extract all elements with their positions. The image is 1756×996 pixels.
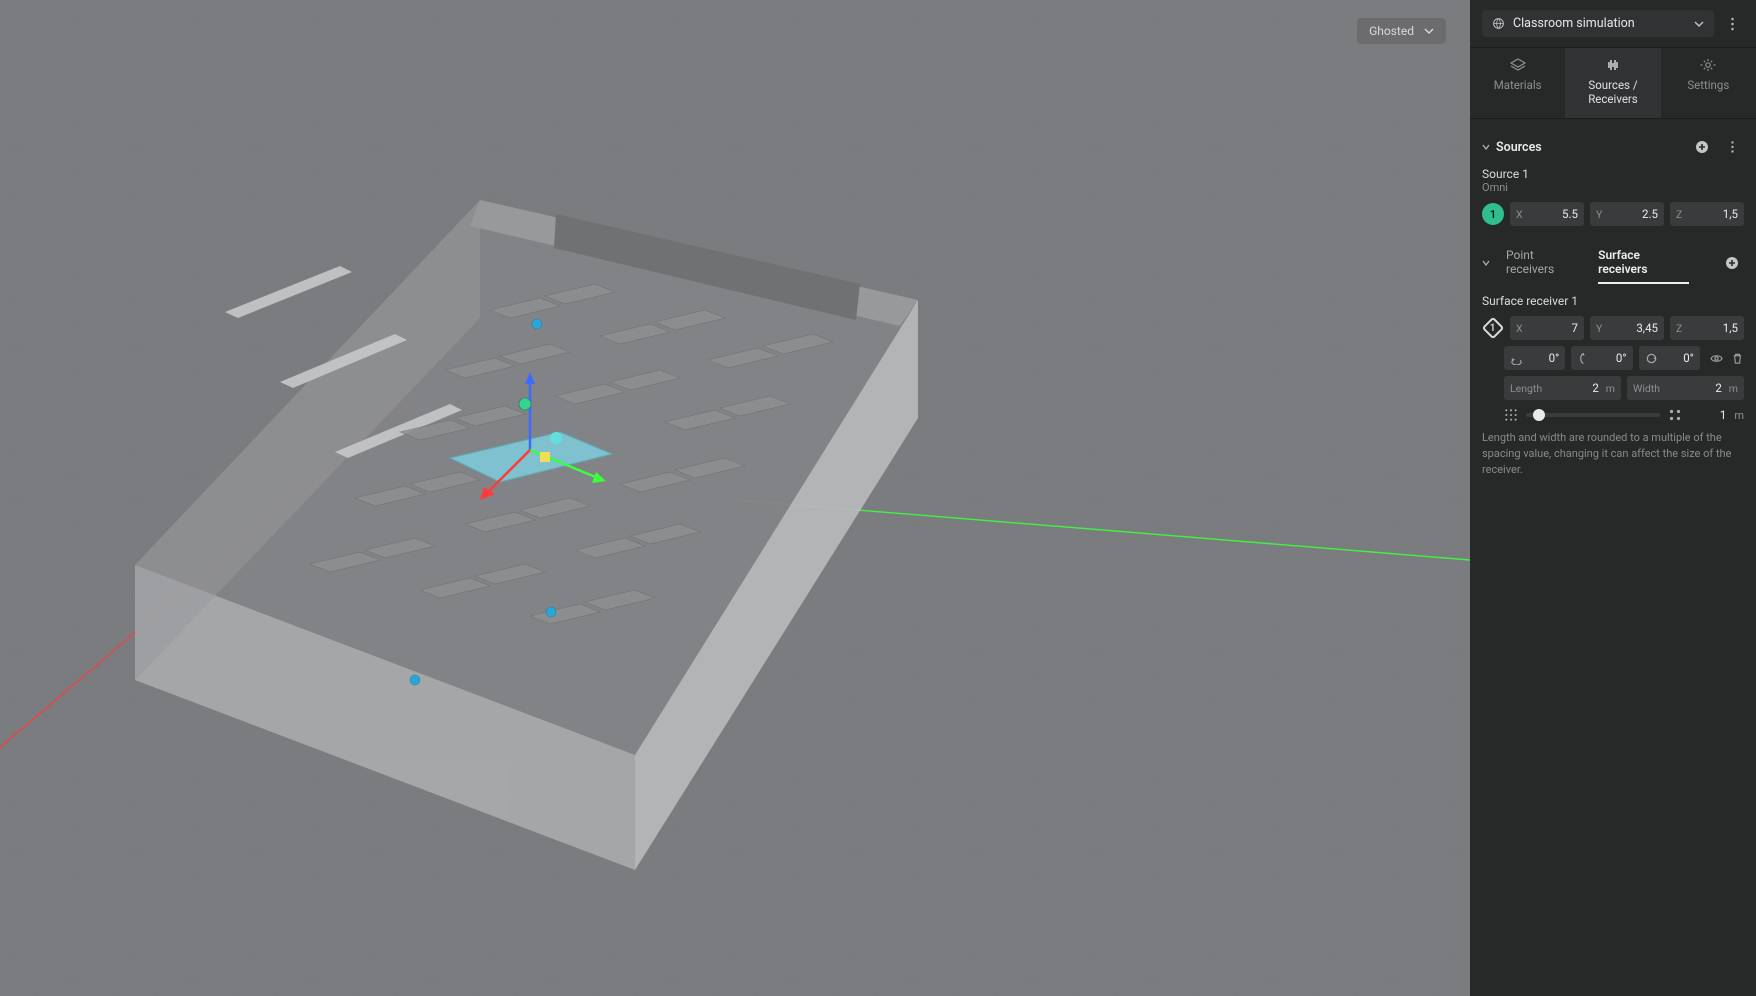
visibility-toggle[interactable] xyxy=(1710,352,1723,365)
panel-body: Sources Source 1 Omni 1 X 5.5 Y 2.5 xyxy=(1470,119,1756,996)
plus-circle-icon xyxy=(1725,256,1739,270)
source-z-field[interactable]: Z 1,5 xyxy=(1670,202,1744,226)
spacing-slider-row: 1 m xyxy=(1482,408,1744,422)
display-mode-label: Ghosted xyxy=(1369,24,1414,38)
add-receiver-button[interactable] xyxy=(1721,251,1744,275)
grid-fine-icon xyxy=(1504,408,1518,422)
kebab-icon xyxy=(1731,17,1734,31)
receiver-subtabs: Point receivers Surface receivers xyxy=(1482,242,1744,284)
receiver-rot-y-field[interactable]: 0° xyxy=(1571,346,1632,370)
chevron-down-icon xyxy=(1424,26,1434,36)
tab-sources-receivers[interactable]: Sources / Receivers xyxy=(1565,48,1660,118)
rotate-z-icon xyxy=(1645,352,1658,365)
receiver-z-field[interactable]: Z 1,5 xyxy=(1670,316,1744,340)
source-x-field[interactable]: X 5.5 xyxy=(1510,202,1584,226)
globe-icon xyxy=(1492,17,1505,30)
rotate-y-icon xyxy=(1577,352,1590,365)
add-source-button[interactable] xyxy=(1690,135,1714,159)
receiver-rot-x-field[interactable]: 0° xyxy=(1504,346,1565,370)
source-y-field[interactable]: Y 2.5 xyxy=(1590,202,1664,226)
tab-materials[interactable]: Materials xyxy=(1470,48,1565,118)
spacing-unit: m xyxy=(1734,409,1744,422)
gear-icon xyxy=(1700,58,1716,72)
rotate-x-icon xyxy=(1510,352,1523,365)
receiver-width-field[interactable]: Width 2 m xyxy=(1627,376,1744,400)
plus-circle-icon xyxy=(1695,140,1709,154)
simulation-name: Classroom simulation xyxy=(1513,16,1686,31)
disclosure-toggle[interactable] xyxy=(1482,259,1490,267)
section-title: Sources xyxy=(1496,140,1684,155)
surface-receiver-item[interactable]: Surface receiver 1 1 X 7 Y 3,45 Z 1,5 xyxy=(1482,294,1744,478)
tab-label: Sources / Receivers xyxy=(1588,78,1638,106)
source-item[interactable]: Source 1 Omni 1 X 5.5 Y 2.5 Z 1,5 xyxy=(1482,167,1744,226)
more-menu-button[interactable] xyxy=(1720,12,1744,36)
receiver-length-field[interactable]: Length 2 m xyxy=(1504,376,1621,400)
delete-receiver-button[interactable] xyxy=(1731,352,1744,365)
scene-render xyxy=(0,0,1470,996)
tab-settings[interactable]: Settings xyxy=(1661,48,1756,118)
eye-icon xyxy=(1710,352,1723,365)
spacing-value: 1 xyxy=(1690,408,1726,422)
sources-section-header: Sources xyxy=(1482,135,1744,159)
viewport-3d[interactable]: Ghosted xyxy=(0,0,1470,996)
receiver-name: Surface receiver 1 xyxy=(1482,294,1578,308)
kebab-icon xyxy=(1731,141,1734,153)
waveform-icon xyxy=(1605,58,1621,72)
display-mode-dropdown[interactable]: Ghosted xyxy=(1357,18,1446,44)
source-badge[interactable]: 1 xyxy=(1482,203,1504,225)
panel-header: Classroom simulation xyxy=(1470,0,1756,48)
receiver-x-field[interactable]: X 7 xyxy=(1510,316,1584,340)
chevron-down-icon xyxy=(1694,19,1704,29)
receiver-badge[interactable]: 1 xyxy=(1482,317,1504,339)
subtab-point-receivers[interactable]: Point receivers xyxy=(1506,242,1582,284)
side-panel: Classroom simulation Materials Sources /… xyxy=(1470,0,1756,996)
source-type: Omni xyxy=(1482,181,1744,194)
panel-tabs: Materials Sources / Receivers Settings xyxy=(1470,48,1756,119)
source-name: Source 1 xyxy=(1482,167,1744,181)
tab-label: Materials xyxy=(1494,78,1542,92)
grid-coarse-icon xyxy=(1668,408,1682,422)
spacing-slider[interactable] xyxy=(1526,413,1660,417)
receiver-y-field[interactable]: Y 3,45 xyxy=(1590,316,1664,340)
disclosure-toggle[interactable] xyxy=(1482,143,1490,151)
sources-more-button[interactable] xyxy=(1720,135,1744,159)
spacing-hint: Length and width are rounded to a multip… xyxy=(1482,430,1744,478)
tab-label: Settings xyxy=(1687,78,1729,92)
receiver-rot-z-field[interactable]: 0° xyxy=(1639,346,1700,370)
slider-thumb[interactable] xyxy=(1533,409,1545,421)
subtab-surface-receivers[interactable]: Surface receivers xyxy=(1598,242,1689,284)
simulation-select[interactable]: Classroom simulation xyxy=(1482,10,1714,37)
layers-icon xyxy=(1510,58,1526,72)
trash-icon xyxy=(1731,352,1744,365)
